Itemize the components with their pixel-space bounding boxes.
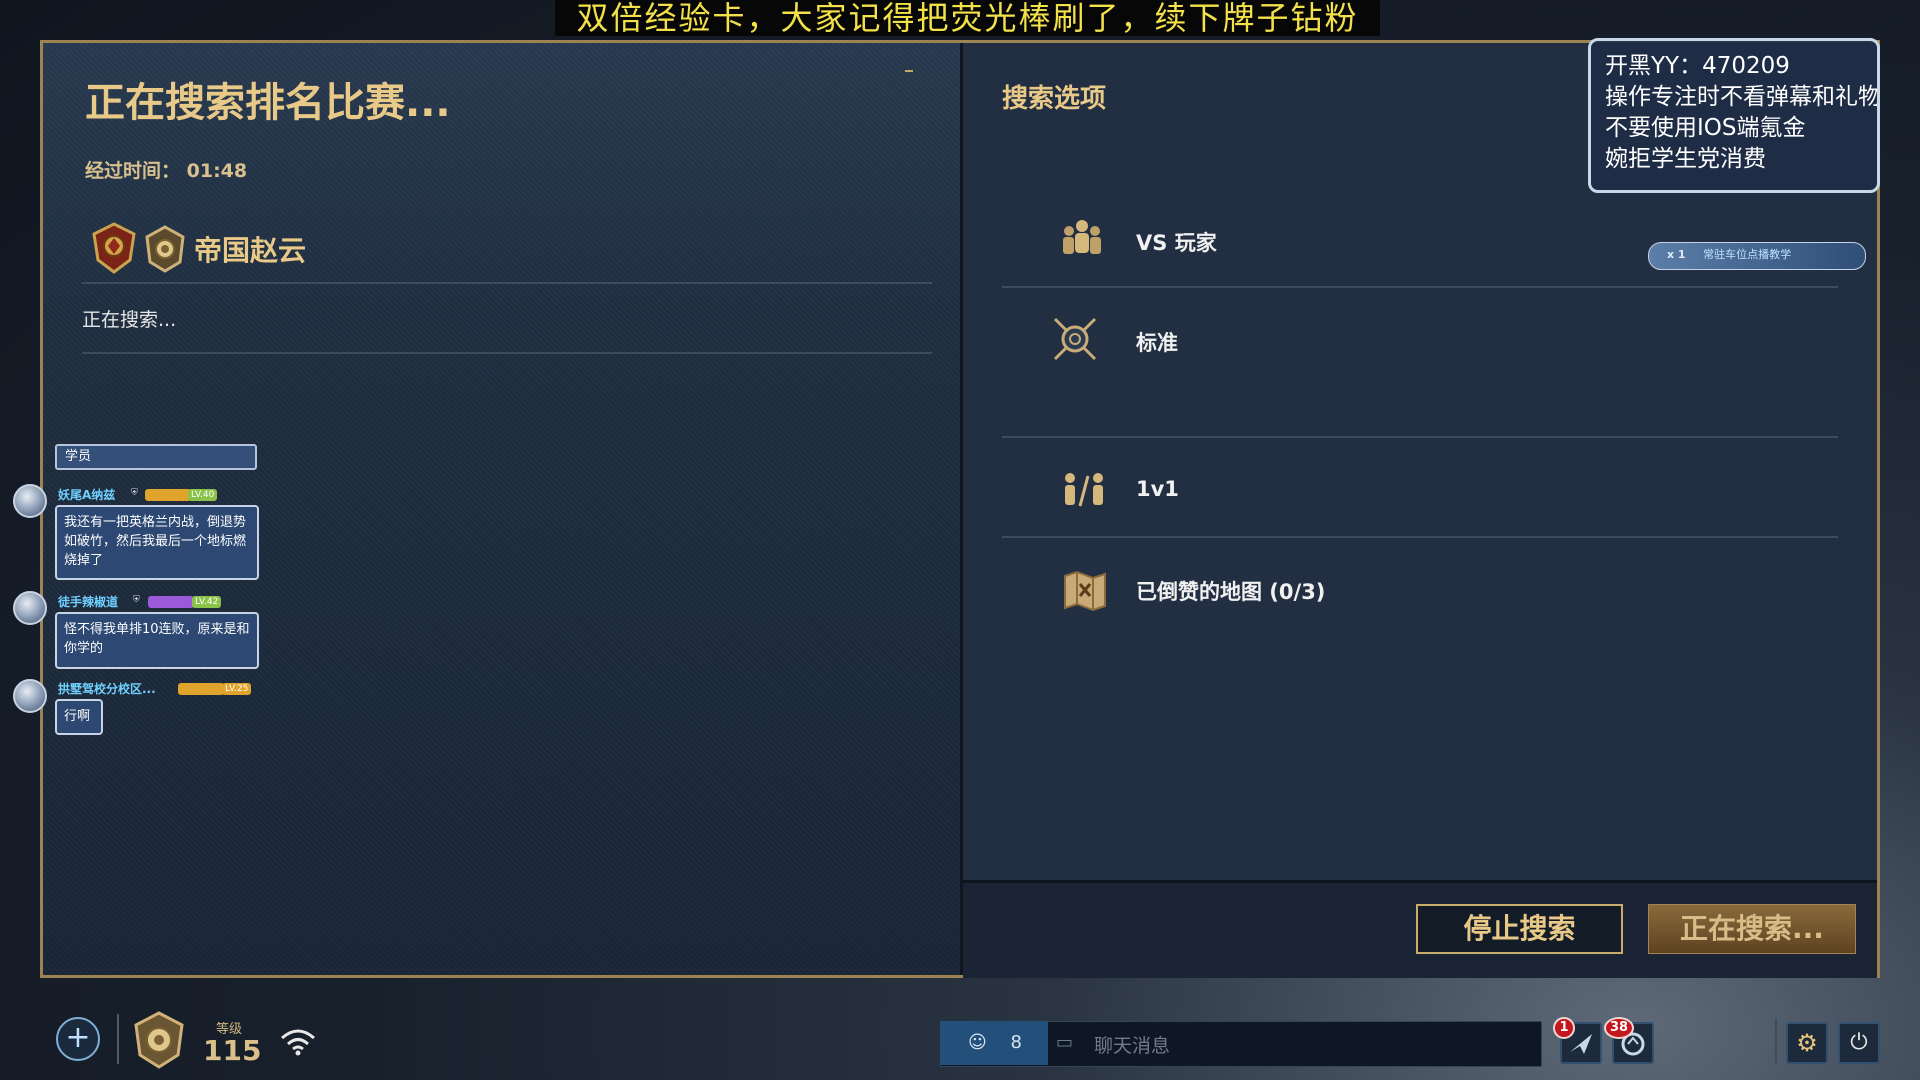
searching-button[interactable]: 正在搜索... [1648,904,1856,954]
elapsed-time: 经过时间： 01:48 [85,156,247,183]
elapsed-label: 经过时间： [85,160,181,182]
chat-message: 怪不得我单排10连败，原来是和你学的 [55,612,259,669]
shield-icon: ⛨ [133,595,140,605]
map-icon[interactable] [1061,566,1109,614]
option-standard[interactable]: 标准 [1136,327,1178,357]
notification-badge: 1 [1553,1017,1575,1039]
divider-line [1002,536,1838,538]
divider-line [82,282,932,284]
divider-line [82,352,932,354]
chat-message: 行啊 [55,699,103,735]
friends-icon: ☺ [968,1032,987,1053]
option-team-size[interactable]: 1v1 [1136,477,1179,501]
player-name: 帝国赵云 [194,234,307,267]
chat-username: 拱墅驾校分校区... [58,682,156,696]
title-tick [905,70,913,72]
settings-gear-icon[interactable]: ⚙ [1786,1022,1828,1064]
fan-badge [148,596,194,608]
elapsed-value: 01:48 [186,160,248,182]
players-icon[interactable] [1058,216,1106,264]
chat-group-header: 学员 [55,444,257,470]
stream-banner: 双倍经验卡，大家记得把荧光棒刷了，续下牌子钻粉 [555,0,1380,36]
hud-separator [1775,1018,1777,1064]
badge-count: x 1 [1667,248,1686,261]
info-line: 不要使用IOS端氪金 [1605,115,1806,141]
profile-emblem-icon [145,225,185,273]
divider-line [1002,286,1838,288]
add-button[interactable]: + [56,1017,100,1061]
crossed-swords-icon[interactable] [1049,313,1101,365]
option-vs-players[interactable]: VS 玩家 [1136,227,1217,257]
info-line: 操作专注时不看弹幕和礼物 [1605,84,1880,110]
info-line: 婉拒学生党消费 [1605,146,1766,172]
info-line: 开黑YY：470209 [1605,53,1790,79]
page-title: 正在搜索排名比赛... [85,80,451,126]
stream-info-box: 开黑YY：470209 操作专注时不看弹幕和礼物 不要使用IOS端氪金 婉拒学生… [1588,38,1880,193]
chat-level-tag: LV.25 [222,683,252,695]
badge-pill: x 1 常驻车位点播教学 [1648,242,1866,270]
friends-online-count: 8 [1010,1032,1022,1053]
divider-line [1002,436,1838,438]
power-icon[interactable]: ⏻ [1838,1022,1880,1064]
wifi-icon [281,1029,315,1056]
notification-badge: 38 [1604,1017,1634,1039]
level-value: 115 [203,1034,262,1067]
friends-button[interactable]: ☺ 8 [940,1021,1048,1065]
chat-avatar [13,484,47,518]
badge-text: 常驻车位点播教学 [1703,248,1792,261]
search-status-text: 正在搜索... [82,309,177,331]
chat-level-tag: LV.42 [192,596,222,608]
chat-username: 徒手辣椒道 [58,595,119,609]
fan-badge [145,489,191,501]
option-banned-maps[interactable]: 已倒赞的地图 (0/3) [1136,576,1325,606]
one-vs-one-icon[interactable] [1060,466,1108,514]
hud-separator [117,1014,119,1064]
chat-avatar [13,679,47,713]
rank-emblem-icon [92,222,136,274]
chat-avatar [13,591,47,625]
options-title: 搜索选项 [1002,84,1107,114]
stop-search-button[interactable]: 停止搜索 [1416,904,1623,954]
shield-icon: ⛨ [131,488,138,498]
chat-input[interactable]: 聊天消息 [1094,1031,1170,1058]
chat-icon: ▭ [1056,1032,1074,1053]
chat-message: 我还有一把英格兰内战，倒退势如破竹，然后我最后一个地标燃烧掉了 [55,505,259,580]
fan-badge [178,683,224,695]
chat-level-tag: LV.40 [188,489,218,501]
chat-username: 妖尾A纳兹 [58,488,116,502]
profile-emblem-icon[interactable] [130,1010,188,1070]
